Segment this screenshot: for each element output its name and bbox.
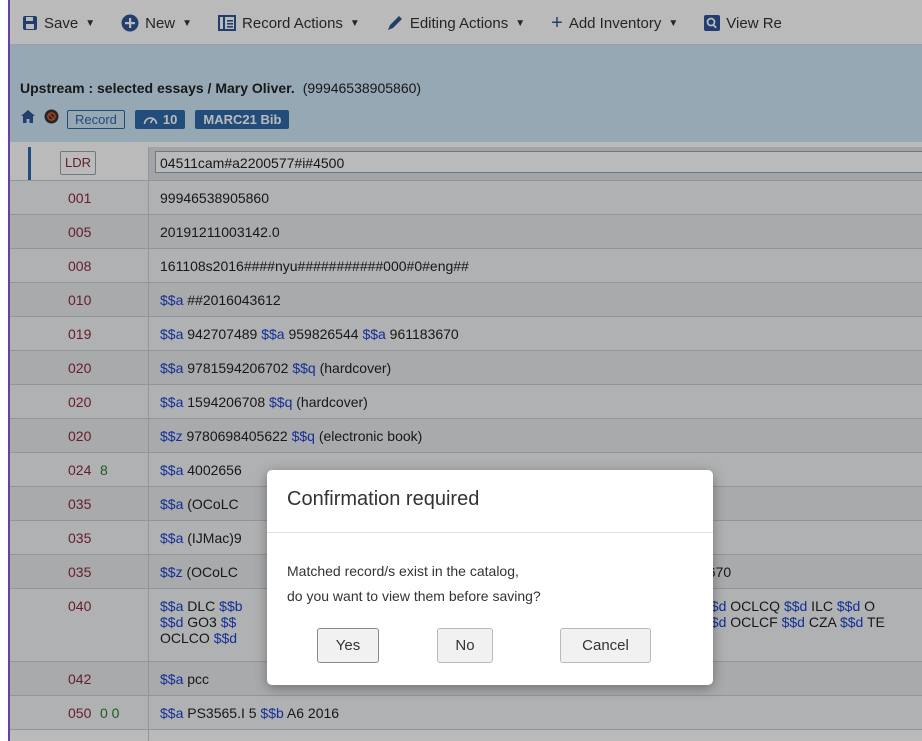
cancel-button[interactable]: Cancel <box>560 628 651 663</box>
dialog-divider <box>267 532 713 533</box>
confirmation-dialog: Confirmation required Matched record/s e… <box>267 470 713 685</box>
dialog-message: Matched record/s exist in the catalog, d… <box>287 559 541 609</box>
dialog-message-line2: do you want to view them before saving? <box>287 588 541 604</box>
yes-button[interactable]: Yes <box>317 628 379 663</box>
no-button[interactable]: No <box>437 628 493 663</box>
dialog-message-line1: Matched record/s exist in the catalog, <box>287 563 519 579</box>
dialog-title: Confirmation required <box>287 488 480 510</box>
editor-frame: Save ▼ New ▼ Record Actions ▼ Editing Ac… <box>8 0 922 741</box>
